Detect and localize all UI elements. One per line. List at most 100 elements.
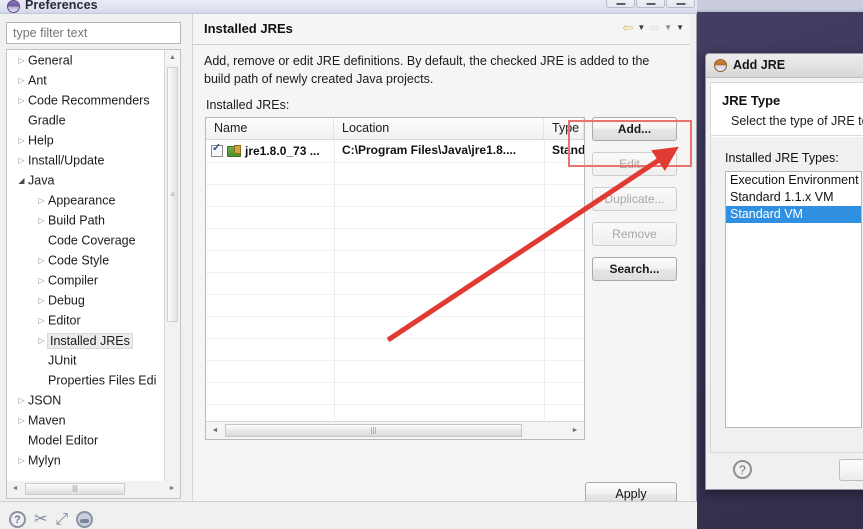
window-controls[interactable]: [606, 0, 695, 8]
sidebar-item-mylyn[interactable]: ▷ Mylyn: [7, 450, 165, 470]
sidebar-item-code-recommenders[interactable]: ▷ Code Recommenders: [7, 90, 165, 110]
tree-vertical-scrollbar[interactable]: ▲ ≡ ▼: [164, 50, 180, 498]
row-separator: [206, 294, 584, 295]
sidebar-item-compiler[interactable]: ▷ Compiler: [7, 270, 165, 290]
chevron-right-icon[interactable]: ▷: [15, 71, 28, 91]
view-menu-icon[interactable]: ▼: [676, 23, 684, 32]
forward-arrow-icon[interactable]: ⇨: [649, 21, 660, 34]
row-separator: [206, 272, 584, 273]
installed-jres-table[interactable]: Name Location Type ✓ jre1.8.0_73 ... C:\…: [205, 117, 585, 440]
sidebar-item-maven[interactable]: ▷ Maven: [7, 410, 165, 430]
sidebar-item-help[interactable]: ▷ Help: [7, 130, 165, 150]
link-icon[interactable]: ⤢: [55, 511, 68, 528]
sidebar-item-label: Code Recommenders: [28, 93, 150, 108]
sidebar-item-label: Installed JREs: [47, 332, 133, 349]
chevron-right-icon[interactable]: ▷: [15, 411, 28, 431]
chevron-right-icon[interactable]: ▷: [15, 451, 28, 471]
sidebar-item-java[interactable]: ◢ Java: [7, 170, 165, 190]
cell-name[interactable]: jre1.8.0_73 ...: [206, 140, 334, 162]
jre-type-option[interactable]: Standard 1.1.x VM: [726, 189, 861, 206]
sidebar-item-debug[interactable]: ▷ Debug: [7, 290, 165, 310]
sidebar-item-editor[interactable]: ▷ Editor: [7, 310, 165, 330]
forward-dropdown-icon[interactable]: ▼: [664, 23, 672, 32]
duplicate-button: Duplicate...: [592, 187, 677, 211]
sidebar-item-properties-files-edi[interactable]: Properties Files Edi: [7, 370, 165, 390]
table-header: Name Location Type: [206, 118, 584, 140]
row-separator: [206, 316, 584, 317]
add-jre-dialog: Add JRE JRE Type Select the type of JRE …: [705, 53, 863, 490]
sidebar-item-general[interactable]: ▷ General: [7, 50, 165, 70]
globe-icon[interactable]: [76, 511, 94, 528]
close-icon[interactable]: [666, 0, 695, 8]
column-separator: [544, 140, 545, 422]
table-horizontal-scrollbar[interactable]: ◄ ||| ►: [206, 421, 584, 439]
jre-type-option[interactable]: Execution Environment: [726, 172, 861, 189]
jre-type-option[interactable]: Standard VM: [726, 206, 861, 223]
pane-divider[interactable]: [186, 14, 191, 501]
back-arrow-icon[interactable]: ⇦: [622, 21, 633, 34]
column-header-type[interactable]: Type: [544, 118, 584, 139]
tree-horizontal-scrollbar[interactable]: ◄ ||| ►: [6, 481, 181, 499]
sidebar-item-gradle[interactable]: Gradle: [7, 110, 165, 130]
screen: Preferences ▷General▷Ant▷Code Recommende…: [0, 0, 863, 529]
filter-input[interactable]: [6, 22, 181, 44]
chevron-right-icon[interactable]: ▷: [15, 51, 28, 71]
navigation-toolbar[interactable]: ⇦ ▼ ⇨ ▼ ▼: [622, 21, 684, 34]
column-header-location[interactable]: Location: [334, 118, 544, 139]
minimize-icon[interactable]: [606, 0, 635, 8]
sidebar-item-label: Build Path: [48, 213, 105, 228]
sidebar-item-junit[interactable]: JUnit: [7, 350, 165, 370]
scroll-right-icon[interactable]: ►: [164, 481, 180, 497]
scroll-right-icon[interactable]: ►: [567, 422, 583, 439]
edit-button: Edit...: [592, 152, 677, 176]
sidebar-item-code-style[interactable]: ▷ Code Style: [7, 250, 165, 270]
chevron-right-icon[interactable]: ▷: [35, 291, 48, 311]
chevron-right-icon[interactable]: ▷: [15, 391, 28, 411]
add-button[interactable]: Add...: [592, 117, 677, 141]
row-separator: [206, 206, 584, 207]
chevron-right-icon[interactable]: ▷: [35, 331, 48, 351]
preferences-tree[interactable]: ▷ General ▷ Ant ▷ Code Recommenders Gradle ▷ Hel…: [6, 49, 181, 499]
chevron-right-icon[interactable]: ▷: [15, 151, 28, 171]
sidebar-item-installed-jres[interactable]: ▷ Installed JREs: [7, 330, 165, 350]
scroll-thumb-horizontal[interactable]: |||: [25, 483, 125, 495]
add-jre-footer-button[interactable]: [839, 459, 863, 481]
jre-types-list[interactable]: Execution Environment Standard 1.1.x VM St…: [725, 171, 862, 428]
chevron-right-icon[interactable]: ▷: [15, 91, 28, 111]
sidebar-item-model-editor[interactable]: Model Editor: [7, 430, 165, 450]
chevron-down-icon[interactable]: ◢: [15, 171, 28, 191]
wizard-header: JRE Type Select the type of JRE to: [711, 83, 863, 136]
sidebar-item-install-update[interactable]: ▷ Install/Update: [7, 150, 165, 170]
scroll-thumb-horizontal[interactable]: |||: [225, 424, 522, 437]
sidebar-item-label: JSON: [28, 393, 62, 408]
chevron-right-icon[interactable]: ▷: [35, 191, 48, 211]
sidebar-item-build-path[interactable]: ▷ Build Path: [7, 210, 165, 230]
chevron-right-icon[interactable]: ▷: [35, 211, 48, 231]
back-dropdown-icon[interactable]: ▼: [637, 23, 645, 32]
scroll-grip-icon: |||: [370, 427, 377, 434]
scroll-left-icon[interactable]: ◄: [7, 481, 23, 497]
sidebar-item-label: Compiler: [48, 273, 99, 288]
sidebar-item-appearance[interactable]: ▷ Appearance: [7, 190, 165, 210]
installed-jre-types-label: Installed JRE Types:: [725, 151, 839, 165]
chevron-right-icon[interactable]: ▷: [35, 271, 48, 291]
scroll-thumb[interactable]: ≡: [167, 67, 178, 322]
sidebar-item-json[interactable]: ▷ JSON: [7, 390, 165, 410]
sidebar-item-ant[interactable]: ▷ Ant: [7, 70, 165, 90]
page-title: Installed JREs: [204, 21, 293, 36]
column-header-name[interactable]: Name: [206, 118, 334, 139]
chevron-right-icon[interactable]: ▷: [35, 311, 48, 331]
filter-icon[interactable]: ✂: [34, 511, 47, 528]
scroll-left-icon[interactable]: ◄: [207, 422, 223, 439]
chevron-right-icon[interactable]: ▷: [35, 251, 48, 271]
add-jre-titlebar: Add JRE: [706, 54, 863, 78]
chevron-right-icon[interactable]: ▷: [15, 131, 28, 151]
maximize-icon[interactable]: [636, 0, 665, 8]
row-checkbox[interactable]: [211, 142, 223, 157]
help-icon[interactable]: ?: [733, 460, 752, 479]
search-button[interactable]: Search...: [592, 257, 677, 281]
sidebar-item-code-coverage[interactable]: Code Coverage: [7, 230, 165, 250]
scroll-up-icon[interactable]: ▲: [165, 50, 180, 65]
help-icon[interactable]: ?: [9, 511, 26, 528]
table-row[interactable]: jre1.8.0_73 ... C:\Program Files\Java\jr…: [206, 140, 584, 162]
